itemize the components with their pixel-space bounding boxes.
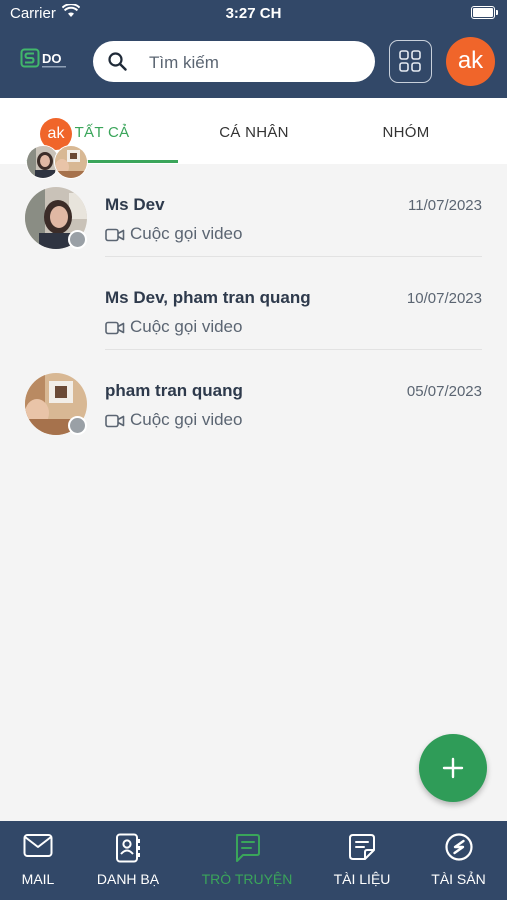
bottom-navigation: MAIL DANH BẠ TRÒ TRUYỆN TÀI LIỆU TÀI SẢN xyxy=(0,821,507,900)
tab-group[interactable]: NHÓM xyxy=(330,98,482,164)
nav-label: DANH BẠ xyxy=(96,871,160,887)
company-logo: DO xyxy=(20,48,66,68)
video-call-icon xyxy=(105,228,125,242)
nav-documents[interactable]: TÀI LIỆU xyxy=(314,821,410,900)
nav-label: TÀI SẢN xyxy=(431,871,486,887)
nav-label: MAIL xyxy=(21,871,55,887)
conversation-item[interactable]: Ms Dev, pham tran quang 10/07/2023 Cuộc … xyxy=(0,257,507,350)
last-message: Cuộc gọi video xyxy=(105,317,242,337)
conversation-name: Ms Dev, pham tran quang xyxy=(105,288,311,307)
nav-label: TÀI LIỆU xyxy=(333,871,391,887)
new-conversation-button[interactable] xyxy=(419,734,487,802)
battery-icon xyxy=(471,6,498,19)
conversation-list: Ms Dev 11/07/2023 Cuộc gọi video Ms Dev,… xyxy=(0,164,507,443)
video-call-icon xyxy=(105,321,125,335)
grid-icon xyxy=(399,50,421,72)
conversation-date: 10/07/2023 xyxy=(406,290,482,307)
user-avatar[interactable]: ak xyxy=(446,37,495,86)
document-icon xyxy=(349,834,375,860)
conversation-name: Ms Dev xyxy=(105,195,165,214)
tab-personal[interactable]: CÁ NHÂN xyxy=(178,98,330,164)
nav-mail[interactable]: MAIL xyxy=(0,821,76,900)
search-input[interactable] xyxy=(147,41,361,84)
conversation-item[interactable]: pham tran quang 05/07/2023 Cuộc gọi vide… xyxy=(0,350,507,443)
last-message: Cuộc gọi video xyxy=(105,410,242,430)
conversation-name: pham tran quang xyxy=(105,381,243,400)
offline-status-dot xyxy=(68,416,87,435)
app-header: Carrier 3:27 CH DO ak xyxy=(0,0,507,98)
search-bar[interactable] xyxy=(93,41,375,84)
nav-contacts[interactable]: DANH BẠ xyxy=(76,821,180,900)
last-message-text: Cuộc gọi video xyxy=(130,410,243,429)
status-bar: Carrier 3:27 CH xyxy=(0,0,507,28)
plus-icon xyxy=(442,757,464,779)
conversation-date: 05/07/2023 xyxy=(406,383,482,400)
svg-text:DO: DO xyxy=(42,51,62,66)
video-call-icon xyxy=(105,414,125,428)
nav-assets[interactable]: TÀI SẢN xyxy=(410,821,507,900)
search-icon xyxy=(108,52,127,71)
conversation-date: 11/07/2023 xyxy=(408,197,482,214)
offline-status-dot xyxy=(68,230,87,249)
group-member-avatar xyxy=(54,145,88,179)
nav-chat[interactable]: TRÒ TRUYỆN xyxy=(180,821,314,900)
apps-menu-button[interactable] xyxy=(389,40,432,83)
asset-icon xyxy=(444,833,473,861)
chat-icon xyxy=(236,834,260,862)
last-message-text: Cuộc gọi video xyxy=(130,224,243,243)
nav-label: TRÒ TRUYỆN xyxy=(201,871,293,887)
last-message-text: Cuộc gọi video xyxy=(130,317,243,336)
last-message: Cuộc gọi video xyxy=(105,224,242,244)
status-time: 3:27 CH xyxy=(225,5,282,22)
mail-icon xyxy=(23,834,53,857)
contacts-icon xyxy=(116,833,140,863)
